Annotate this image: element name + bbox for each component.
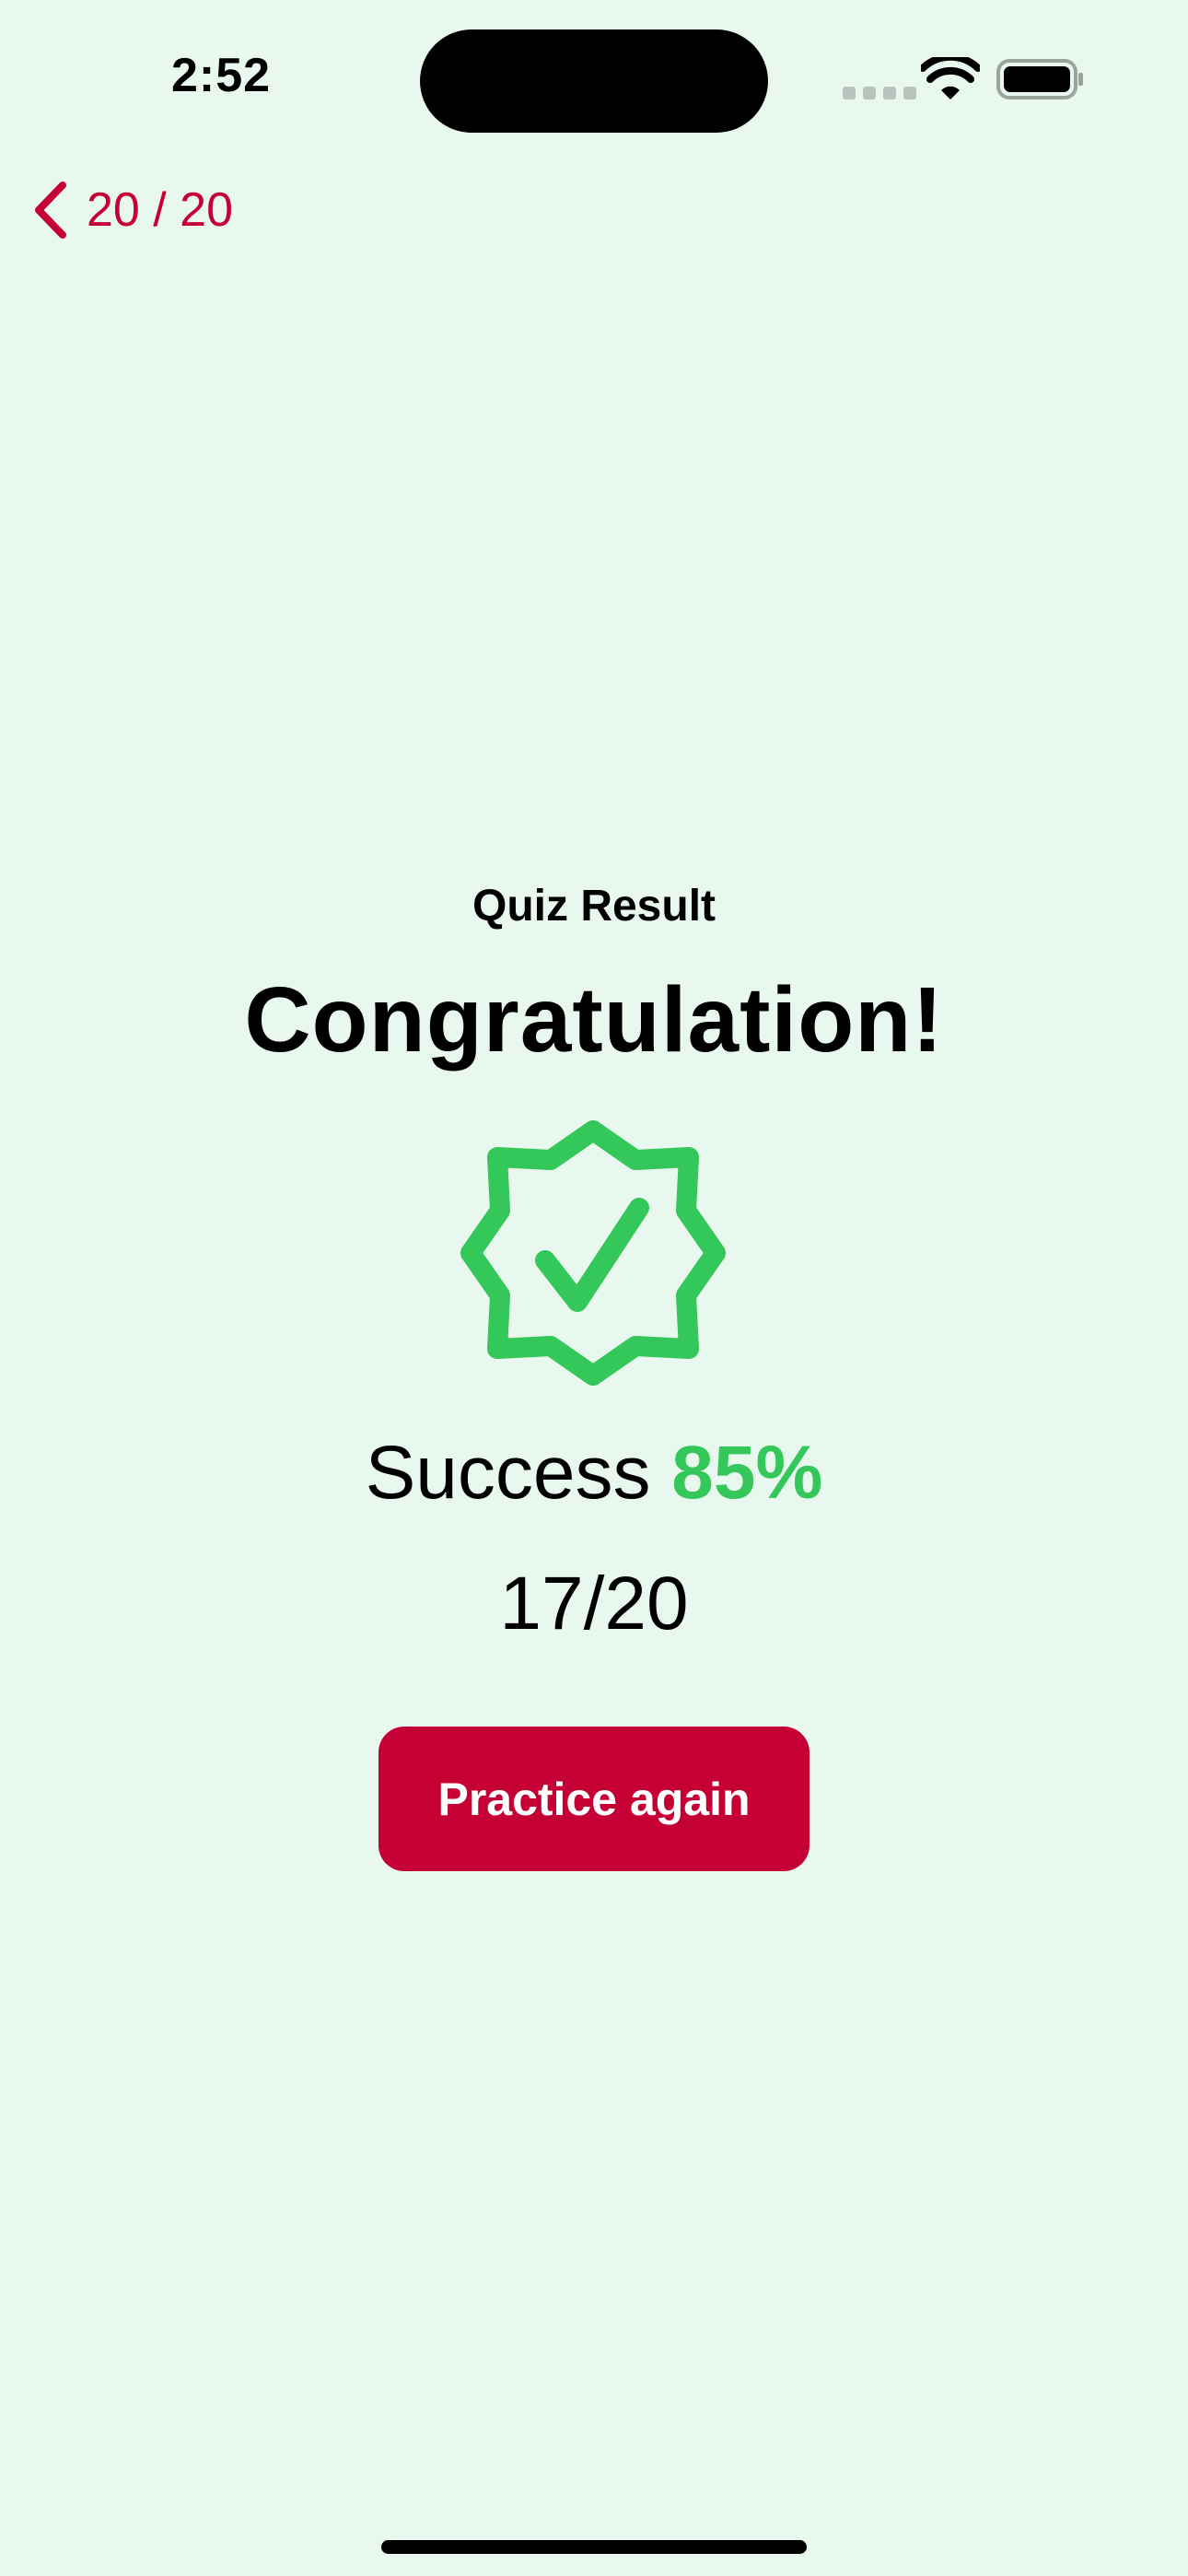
wifi-icon: [921, 57, 980, 100]
battery-icon: [996, 59, 1083, 100]
headline: Congratulation!: [244, 968, 944, 1071]
back-label: 20 / 20: [87, 183, 234, 237]
quiz-result-title: Quiz Result: [472, 882, 716, 931]
back-button[interactable]: 20 / 20: [29, 177, 233, 243]
practice-again-button[interactable]: Practice again: [379, 1727, 809, 1871]
score-value: 17/20: [499, 1562, 689, 1645]
checkmark-seal-icon: [460, 1120, 726, 1386]
dynamic-island: [420, 29, 768, 133]
home-indicator[interactable]: [381, 2540, 807, 2554]
chevron-left-icon: [35, 181, 66, 239]
success-percent: 85%: [671, 1431, 823, 1515]
cellular-signal-icon: [843, 87, 916, 100]
success-label: Success: [365, 1431, 651, 1515]
status-time: 2:52: [171, 49, 272, 102]
success-line: Success 85%: [0, 1430, 1188, 1516]
